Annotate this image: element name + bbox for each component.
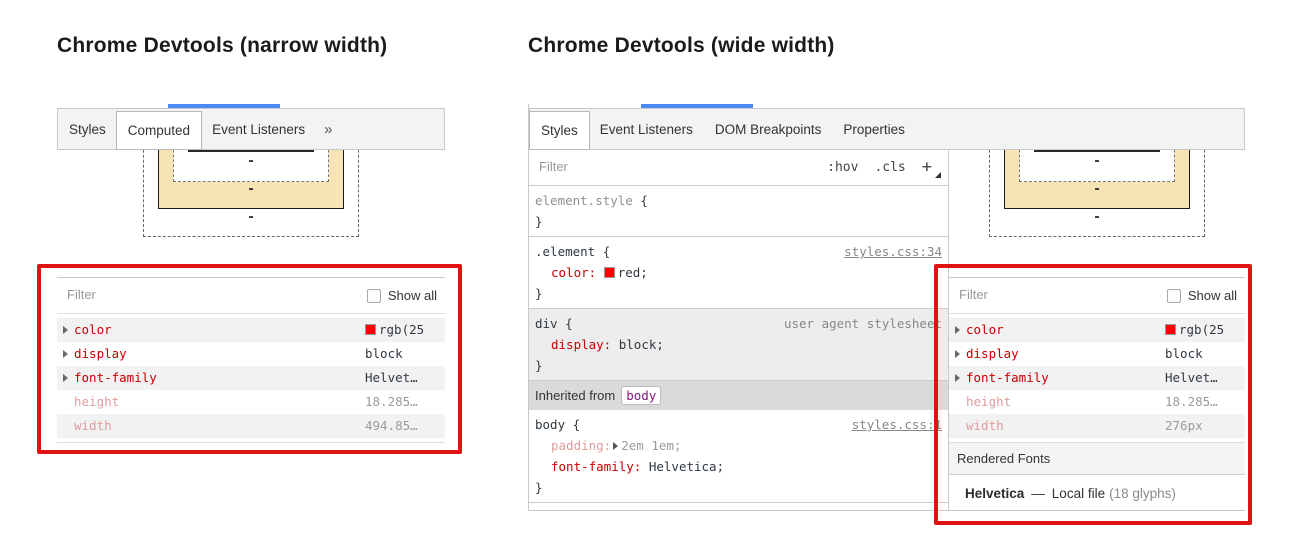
expand-arrow-icon[interactable] [63,326,68,334]
show-all-checkbox[interactable] [367,289,381,303]
expand-arrow-icon[interactable] [955,350,960,358]
rendered-font-source: Local file [1052,486,1105,501]
color-swatch[interactable] [1165,324,1176,335]
expand-arrow-icon[interactable] [955,374,960,382]
border-value[interactable]: - [988,184,1206,196]
show-all-control: Show all [367,278,437,313]
computed-row-font-family: font-family Helvet… [57,366,445,390]
user-agent-origin: user agent stylesheet [784,313,942,334]
computed-value: 18.285… [1165,390,1245,414]
margin-value[interactable]: - [142,212,360,224]
box-model-content-edge [188,150,314,152]
corner-triangle-icon [935,172,941,178]
tab-properties[interactable]: Properties [832,109,916,149]
computed-row-color: color rgb(25 [949,318,1245,342]
tab-computed[interactable]: Computed [116,111,202,150]
show-all-label: Show all [1188,288,1237,303]
wide-panel-content: :hov .cls + element.style { } styles.css… [529,150,1245,510]
computed-row-color: color rgb(25 [57,318,445,342]
expand-arrow-icon[interactable] [63,374,68,382]
tab-styles[interactable]: Styles [529,111,590,150]
devtools-panel-narrow: Styles Computed Event Listeners » - - - … [57,104,445,454]
expand-arrow-icon[interactable] [955,326,960,334]
expand-shorthand-icon[interactable] [613,442,618,450]
expand-arrow-icon[interactable] [63,350,68,358]
margin-value[interactable]: - [988,212,1206,224]
computed-filter-bar: Show all [57,278,445,314]
computed-filter-input[interactable] [957,286,1101,303]
box-model-diagram: - - - [142,150,360,238]
new-style-rule-button[interactable]: + [922,157,932,178]
wide-tab-bar: Styles Event Listeners DOM Breakpoints P… [529,108,1245,150]
devtools-panel-wide: Styles Event Listeners DOM Breakpoints P… [528,104,1245,511]
padding-value[interactable]: - [142,156,360,168]
tab-event-listeners[interactable]: Event Listeners [201,109,316,149]
computed-properties-section: Show all color rgb(25 display block font… [57,277,445,443]
element-classes-button[interactable]: .cls [874,157,905,178]
computed-value: rgb(25 [1179,322,1224,337]
color-swatch[interactable] [365,324,376,335]
computed-value: 18.285… [365,390,445,414]
computed-row-height: height 18.285… [949,390,1245,414]
computed-value: block [365,342,445,366]
styles-pane: :hov .cls + element.style { } styles.css… [529,150,949,510]
more-tabs-chevron-icon[interactable]: » [316,109,340,149]
computed-value: 494.85… [365,414,445,438]
styles-filter-input[interactable] [537,158,661,175]
show-all-label: Show all [388,288,437,303]
computed-row-font-family: font-family Helvet… [949,366,1245,390]
tab-dom-breakpoints[interactable]: DOM Breakpoints [704,109,833,149]
computed-properties-section: Show all color rgb(25 display block [949,277,1245,513]
styles-filter-bar: :hov .cls + [529,150,948,186]
tab-styles[interactable]: Styles [58,109,117,149]
padding-value[interactable]: - [988,156,1206,168]
rendered-fonts-header: Rendered Fonts [949,443,1245,475]
computed-properties-list: color rgb(25 display block font-family H… [949,314,1245,443]
computed-row-display: display block [57,342,445,366]
stylesheet-link[interactable]: styles.css:1 [852,414,942,435]
computed-row-height: height 18.285… [57,390,445,414]
hover-state-button[interactable]: :hov [827,157,858,178]
computed-row-display: display block [949,342,1245,366]
computed-properties-list: color rgb(25 display block font-family H… [57,314,445,443]
tab-event-listeners[interactable]: Event Listeners [589,109,704,149]
show-all-checkbox[interactable] [1167,289,1181,303]
stylesheet-link[interactable]: styles.css:34 [844,241,942,262]
color-swatch[interactable] [604,267,615,278]
narrow-screenshot-title: Chrome Devtools (narrow width) [57,34,387,58]
computed-row-width: width 276px [949,414,1245,438]
computed-value: Helvet… [1165,366,1245,390]
computed-filter-input[interactable] [65,286,209,303]
border-value[interactable]: - [142,184,360,196]
computed-value: rgb(25 [379,322,424,337]
rule-dot-element: styles.css:34.element { color: red; } [529,237,948,309]
rendered-font-entry: Helvetica—Local file(18 glyphs) [949,475,1245,513]
computed-row-width: width 494.85… [57,414,445,438]
rule-div-user-agent: user agent stylesheetdiv { display: bloc… [529,309,948,381]
computed-value: Helvet… [365,366,445,390]
rendered-font-name: Helvetica [965,486,1024,501]
computed-sidebar: - - - Show all color [949,150,1245,510]
body-tag-chip[interactable]: body [621,386,661,405]
computed-value: block [1165,342,1245,366]
box-model-diagram: - - - [988,150,1206,238]
show-all-control: Show all [1167,278,1237,313]
computed-filter-bar: Show all [949,278,1245,314]
rule-body: styles.css:1body { padding:2em 1em; font… [529,410,948,503]
narrow-tab-bar: Styles Computed Event Listeners » [57,108,445,150]
rendered-font-glyphs: (18 glyphs) [1109,486,1176,501]
box-model-content-edge [1034,150,1160,152]
rule-element-style: element.style { } [529,186,948,237]
computed-value: 276px [1165,414,1245,438]
styles-toolbar: :hov .cls + [827,150,932,185]
wide-screenshot-title: Chrome Devtools (wide width) [528,34,835,58]
inherited-from-bar: Inherited from body [529,381,948,410]
page: Chrome Devtools (narrow width) Chrome De… [0,0,1295,557]
